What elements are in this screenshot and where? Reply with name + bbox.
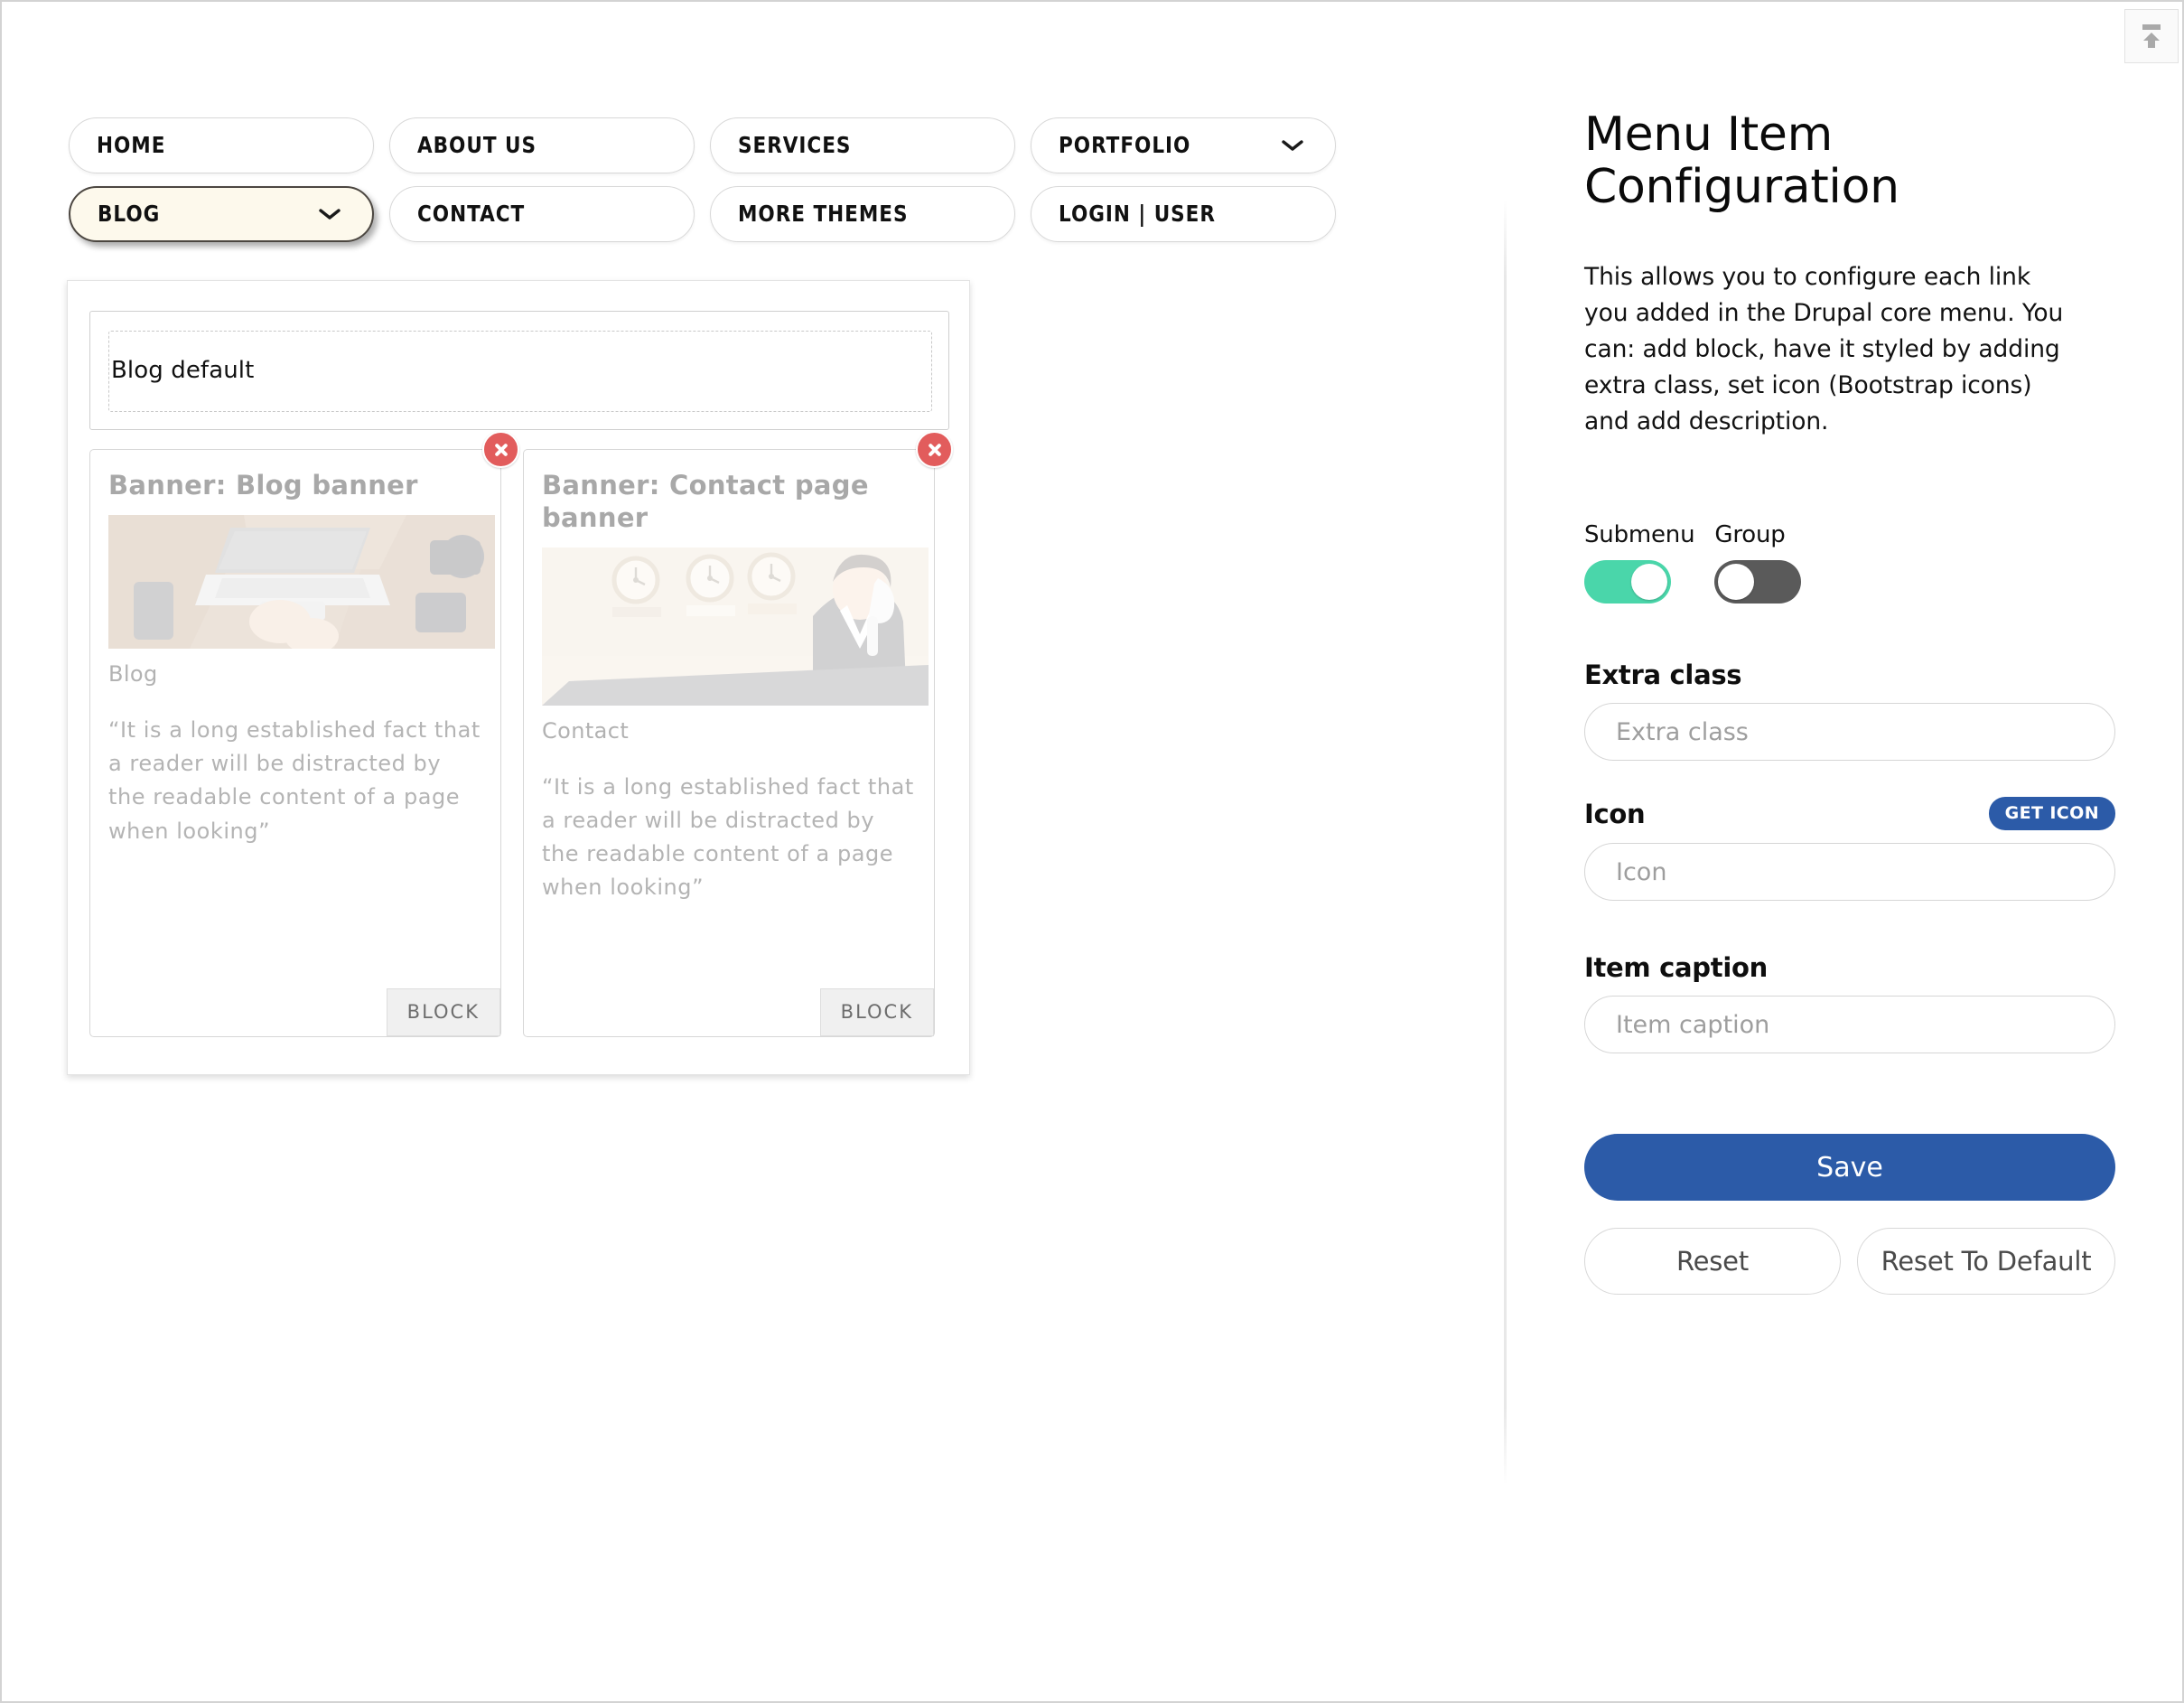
page-title: Menu Item Configuration	[1584, 108, 1899, 215]
item-caption-label: Item caption	[1584, 952, 1768, 983]
pane-divider	[1504, 199, 1507, 1485]
extra-class-placeholder: Extra class	[1616, 717, 1749, 746]
icon-input[interactable]: Icon	[1584, 843, 2115, 901]
nav-item-label: LOGIN | USER	[1059, 200, 1216, 227]
extra-class-label: Extra class	[1584, 660, 1742, 690]
item-caption-placeholder: Item caption	[1616, 1010, 1770, 1039]
nav-item-contact[interactable]: CONTACT	[389, 186, 695, 242]
nav-item-more-themes[interactable]: MORE THEMES	[710, 186, 1015, 242]
app-root: HOME ABOUT US SERVICES PORTFOLIO BLOG CO…	[0, 0, 2184, 1703]
submenu-toggle-group: Submenu	[1584, 521, 1695, 604]
nav-item-portfolio[interactable]: PORTFOLIO	[1031, 117, 1336, 173]
nav-item-home[interactable]: HOME	[69, 117, 374, 173]
get-icon-button[interactable]: GET ICON	[1988, 797, 2115, 830]
upload-to-top-icon	[2136, 21, 2167, 51]
block-card-thumbnail	[108, 514, 495, 649]
close-icon	[927, 442, 943, 458]
group-toggle[interactable]	[1714, 560, 1802, 604]
reset-button[interactable]: Reset	[1584, 1228, 1841, 1295]
panel-description: This allows you to configure each link y…	[1584, 263, 2064, 435]
block-card-title: Banner: Contact page banner	[542, 470, 869, 533]
block-card-subtitle: Contact	[542, 717, 630, 744]
chevron-down-icon	[1281, 138, 1304, 153]
section-dropzone[interactable]: Blog default	[89, 311, 949, 430]
nav-item-label: HOME	[97, 131, 166, 158]
icon-placeholder: Icon	[1616, 857, 1667, 886]
nav-item-label: MORE THEMES	[738, 200, 909, 227]
section-title: Blog default	[111, 357, 255, 384]
group-toggle-label: Group	[1714, 521, 1786, 548]
extra-class-field-group: Extra class Extra class	[1584, 660, 2115, 761]
nav-item-label: SERVICES	[738, 131, 852, 158]
nav-item-label: BLOG	[98, 200, 161, 227]
toggle-group-row: Submenu Group	[1584, 521, 1802, 604]
icon-field-header: Icon GET ICON	[1584, 797, 2115, 830]
nav-item-label: PORTFOLIO	[1059, 131, 1191, 158]
site-navigation: HOME ABOUT US SERVICES PORTFOLIO BLOG CO…	[69, 117, 1351, 255]
nav-row-2: BLOG CONTACT MORE THEMES LOGIN | USER	[69, 186, 1351, 242]
item-caption-input[interactable]: Item caption	[1584, 996, 2115, 1053]
block-type-tag: BLOCK	[386, 988, 500, 1036]
icon-label: Icon	[1584, 798, 1646, 829]
nav-item-blog[interactable]: BLOG	[69, 186, 374, 242]
toggle-knob	[1631, 564, 1667, 600]
menu-item-configuration-panel: Menu Item Configuration This allows you …	[1584, 2, 2135, 1701]
nav-item-about-us[interactable]: ABOUT US	[389, 117, 695, 173]
nav-item-label: CONTACT	[417, 200, 526, 227]
block-card-body: “It is a long established fact that a re…	[108, 716, 481, 844]
block-card-thumbnail	[542, 547, 929, 706]
nav-item-services[interactable]: SERVICES	[710, 117, 1015, 173]
extra-class-input[interactable]: Extra class	[1584, 703, 2115, 761]
block-card-body: “It is a long established fact that a re…	[542, 773, 914, 901]
icon-field-group: Icon GET ICON Icon	[1584, 797, 2115, 901]
group-toggle-group: Group	[1714, 521, 1802, 604]
block-type-tag: BLOCK	[819, 988, 934, 1036]
toggle-knob	[1718, 564, 1755, 600]
nav-item-login-user[interactable]: LOGIN | USER	[1031, 186, 1336, 242]
block-card-subtitle: Blog	[108, 660, 158, 687]
secondary-button-row: Reset Reset To Default	[1584, 1228, 2115, 1295]
close-icon	[493, 442, 509, 458]
menu-block-preview-container: Blog default Banner: Blog banner Blog “I…	[67, 280, 970, 1075]
item-caption-field-group: Item caption Item caption	[1584, 952, 2115, 1053]
block-card-title: Banner: Blog banner	[108, 470, 418, 501]
nav-item-label: ABOUT US	[417, 131, 537, 158]
block-card[interactable]: Banner: Blog banner Blog “It is a long e…	[89, 431, 519, 1037]
nav-row-1: HOME ABOUT US SERVICES PORTFOLIO	[69, 117, 1351, 173]
remove-block-button[interactable]	[482, 431, 519, 468]
preview-pane: HOME ABOUT US SERVICES PORTFOLIO BLOG CO…	[2, 2, 1507, 1701]
block-card-list: Banner: Blog banner Blog “It is a long e…	[89, 431, 953, 1037]
block-card[interactable]: Banner: Contact page banner Contact “It …	[523, 431, 953, 1037]
reset-to-default-button[interactable]: Reset To Default	[1857, 1228, 2115, 1295]
remove-block-button[interactable]	[916, 431, 953, 468]
chevron-down-icon	[318, 207, 341, 221]
save-button[interactable]: Save	[1584, 1134, 2115, 1201]
submenu-toggle[interactable]	[1584, 560, 1671, 604]
submenu-toggle-label: Submenu	[1584, 521, 1695, 548]
